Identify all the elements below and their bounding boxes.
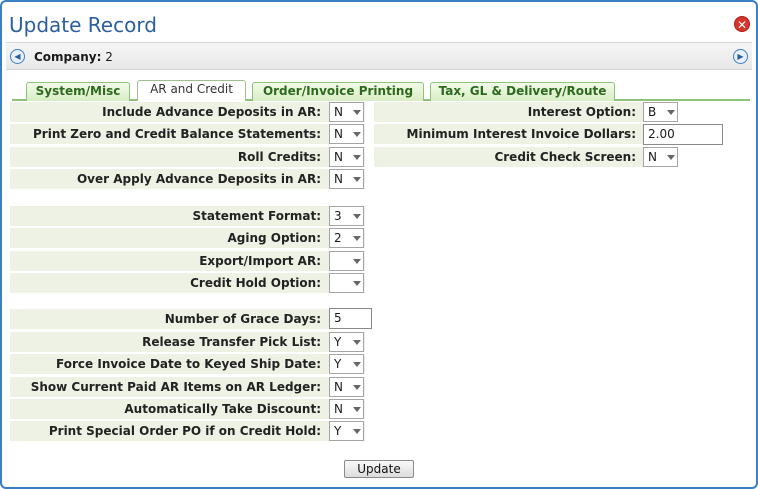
field-label: Roll Credits:: [237, 150, 321, 164]
credit-check-screen-select[interactable]: N: [643, 147, 678, 167]
field-label: Over Apply Advance Deposits in AR:: [76, 172, 321, 186]
chevron-down-icon: [353, 214, 361, 219]
chevron-down-icon: [353, 177, 361, 182]
tab-ar-and-credit[interactable]: AR and Credit: [137, 80, 246, 101]
chevron-down-icon: [667, 110, 675, 115]
chevron-down-icon: [353, 429, 361, 434]
field-label: Aging Option:: [227, 231, 321, 245]
credit-hold-option-select[interactable]: [329, 273, 364, 293]
force-invoice-date-select[interactable]: Y: [329, 354, 364, 374]
field-label: Export/Import AR:: [199, 254, 321, 268]
arrow-left-icon[interactable]: ◀: [10, 49, 25, 64]
tab-bar: System/Misc AR and Credit Order/Invoice …: [12, 80, 750, 101]
field-label: Release Transfer Pick List:: [142, 335, 321, 349]
field-label: Print Special Order PO if on Credit Hold…: [48, 424, 321, 438]
auto-take-discount-select[interactable]: N: [329, 399, 364, 419]
company-label: Company:: [34, 50, 102, 64]
field-label: Minimum Interest Invoice Dollars:: [406, 127, 636, 141]
include-advance-deposits-select[interactable]: N: [329, 102, 364, 122]
arrow-right-icon[interactable]: ▶: [733, 49, 748, 64]
tab-system-misc[interactable]: System/Misc: [26, 82, 130, 101]
field-label: Credit Hold Option:: [190, 276, 321, 290]
chevron-down-icon: [353, 281, 361, 286]
statement-format-select[interactable]: 3: [329, 206, 364, 226]
release-transfer-pick-list-select[interactable]: Y: [329, 332, 364, 352]
field-label: Print Zero and Credit Balance Statements…: [33, 127, 321, 141]
tab-tax-gl-delivery-route[interactable]: Tax, GL & Delivery/Route: [430, 82, 615, 101]
tab-order-invoice-printing[interactable]: Order/Invoice Printing: [252, 82, 424, 101]
field-label: Include Advance Deposits in AR:: [102, 105, 321, 119]
field-label: Force Invoice Date to Keyed Ship Date:: [56, 357, 321, 371]
field-label: Statement Format:: [192, 209, 321, 223]
field-label: Show Current Paid AR Items on AR Ledger:: [30, 380, 321, 394]
record-nav-bar: ◀ Company: 2 ▶: [6, 42, 752, 70]
chevron-down-icon: [667, 155, 675, 160]
title-bar: Update Record ✕: [2, 2, 756, 42]
field-label: Credit Check Screen:: [494, 150, 636, 164]
print-special-order-po-select[interactable]: Y: [329, 421, 364, 441]
chevron-down-icon: [353, 340, 361, 345]
chevron-down-icon: [353, 385, 361, 390]
chevron-down-icon: [353, 362, 361, 367]
print-zero-credit-statements-select[interactable]: N: [329, 124, 364, 144]
update-record-dialog: Update Record ✕ ◀ Company: 2 ▶ System/Mi…: [0, 0, 758, 489]
close-icon[interactable]: ✕: [734, 16, 750, 32]
aging-option-select[interactable]: 2: [329, 228, 364, 248]
interest-option-select[interactable]: B: [643, 102, 678, 122]
roll-credits-select[interactable]: N: [329, 147, 364, 167]
dialog-title: Update Record: [9, 13, 157, 37]
update-button[interactable]: Update: [344, 460, 414, 478]
field-label: Interest Option:: [527, 105, 636, 119]
grace-days-input[interactable]: 5: [329, 308, 372, 329]
export-import-ar-select[interactable]: [329, 251, 364, 271]
chevron-down-icon: [353, 407, 361, 412]
min-interest-invoice-input[interactable]: 2.00: [643, 124, 723, 145]
company-indicator: Company: 2: [34, 50, 113, 64]
over-apply-advance-deposits-select[interactable]: N: [329, 169, 364, 189]
field-label: Number of Grace Days:: [164, 312, 321, 326]
chevron-down-icon: [353, 155, 361, 160]
chevron-down-icon: [353, 236, 361, 241]
field-label: Automatically Take Discount:: [124, 402, 321, 416]
show-current-paid-ar-select[interactable]: N: [329, 377, 364, 397]
chevron-down-icon: [353, 132, 361, 137]
chevron-down-icon: [353, 110, 361, 115]
chevron-down-icon: [353, 259, 361, 264]
company-value: 2: [105, 50, 113, 64]
